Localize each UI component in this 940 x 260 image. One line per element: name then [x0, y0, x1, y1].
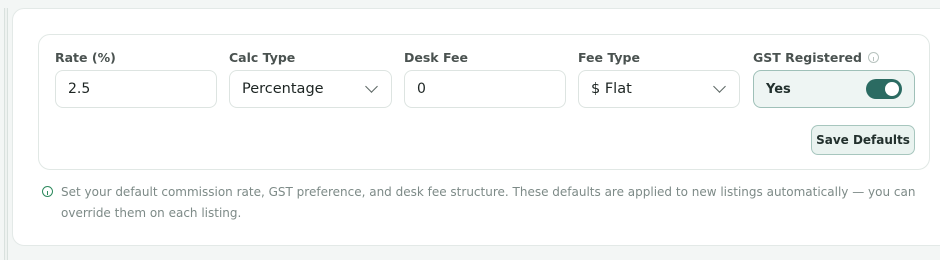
gst-toggle[interactable] [866, 79, 902, 99]
rate-input[interactable]: 2.5 [55, 70, 217, 108]
calc-type-label: Calc Type [229, 50, 296, 65]
desk-fee-label: Desk Fee [404, 50, 468, 65]
gst-label-row: GST Registered [753, 50, 879, 65]
info-icon[interactable] [867, 52, 879, 63]
chevron-down-icon [713, 80, 726, 93]
fee-type-label: Fee Type [578, 50, 640, 65]
fee-type-value: $ Flat [591, 81, 632, 97]
save-defaults-button[interactable]: Save Defaults [811, 125, 915, 155]
defaults-form: Rate (%) 2.5 Calc Type Percentage Desk F… [38, 34, 930, 170]
fee-type-select[interactable]: $ Flat [578, 70, 740, 108]
left-rail [4, 8, 8, 260]
calc-type-select[interactable]: Percentage [229, 70, 392, 108]
desk-fee-value: 0 [417, 81, 426, 97]
desk-fee-input[interactable]: 0 [404, 70, 566, 108]
calc-type-value: Percentage [242, 81, 324, 97]
gst-value: Yes [766, 81, 791, 97]
rate-value: 2.5 [68, 81, 91, 97]
rate-label: Rate (%) [55, 50, 116, 65]
defaults-hint: Set your default commission rate, GST pr… [61, 185, 916, 220]
info-icon [42, 186, 53, 197]
gst-label: GST Registered [753, 50, 862, 65]
gst-toggle-row[interactable]: Yes [753, 70, 915, 108]
chevron-down-icon [365, 80, 378, 93]
